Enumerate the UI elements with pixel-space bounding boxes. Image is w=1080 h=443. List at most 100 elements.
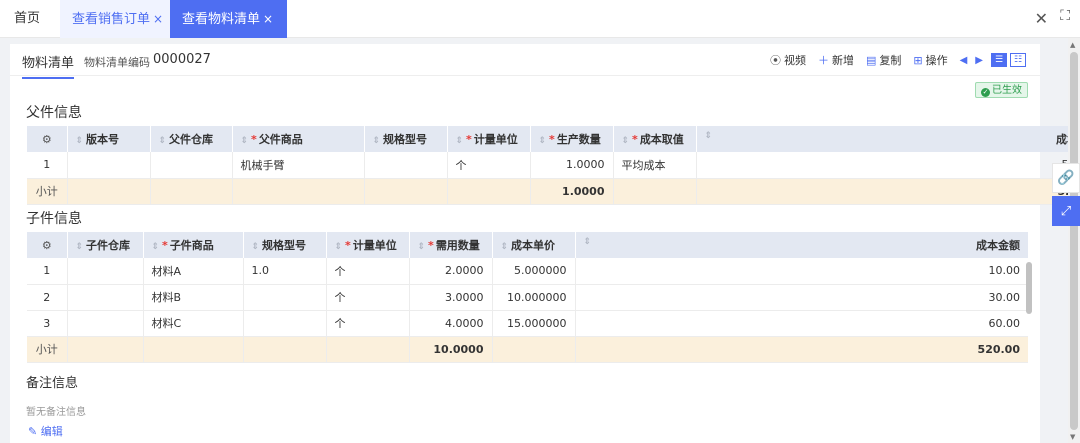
subtotal-row: 小计 1.0000 520.00 bbox=[27, 178, 1080, 205]
tab-sales-order[interactable]: 查看销售订单 × bbox=[60, 0, 176, 38]
operate-button[interactable]: ⊞ 操作 bbox=[913, 52, 947, 68]
row-index: 3 bbox=[27, 310, 68, 337]
cell-qty[interactable]: 1.0000 bbox=[530, 152, 614, 179]
cell-product[interactable]: 材料C bbox=[143, 310, 244, 337]
table-row[interactable]: 1 材料A 1.0 个 2.0000 5.000000 10.00 bbox=[27, 258, 1028, 285]
cell-price[interactable]: 5.000000 bbox=[492, 258, 576, 285]
subtotal-amount: 520.00 bbox=[696, 178, 1080, 205]
parent-section-title: 父件信息 bbox=[26, 105, 82, 121]
column-header[interactable]: ⇕ * 计量单位 bbox=[326, 232, 410, 258]
cell-qty[interactable]: 3.0000 bbox=[409, 284, 493, 311]
video-button[interactable]: ⦿ 视频 bbox=[770, 52, 806, 68]
cell-version[interactable] bbox=[67, 152, 151, 179]
cell-amount[interactable]: 60.00 bbox=[575, 310, 1028, 337]
cell-unit[interactable]: 个 bbox=[326, 284, 410, 311]
subtab-bom[interactable]: 物料清单 bbox=[22, 52, 75, 79]
sort-icon: ⇕ bbox=[151, 242, 160, 252]
cell-amount[interactable]: 10.00 bbox=[575, 258, 1028, 285]
column-header[interactable]: ⇕ * 子件商品 bbox=[143, 232, 244, 258]
column-header[interactable]: ⇕ 规格型号 bbox=[243, 232, 327, 258]
bom-code-value: 0000027 bbox=[153, 52, 211, 67]
expand-icon[interactable]: ⤢ bbox=[1052, 196, 1080, 226]
settings-icon[interactable]: ⚙ bbox=[27, 126, 68, 152]
row-index: 2 bbox=[27, 284, 68, 311]
close-all-tabs-icon[interactable]: ✕ bbox=[1035, 9, 1048, 28]
cell-price[interactable]: 15.000000 bbox=[492, 310, 576, 337]
cell-cost-source[interactable]: 平均成本 bbox=[613, 152, 697, 179]
prev-arrow-icon[interactable]: ◀ bbox=[960, 55, 968, 66]
tab-bom[interactable]: 查看物料清单 × bbox=[170, 0, 288, 38]
copy-button[interactable]: ▤ 复制 bbox=[866, 52, 901, 68]
column-header[interactable]: ⇕ 父件仓库 bbox=[150, 126, 233, 152]
table-row[interactable]: 1 机械手臂 个 1.0000 平均成本 520.00 bbox=[27, 152, 1080, 179]
column-header[interactable]: ⇕ 成本单价 bbox=[492, 232, 576, 258]
notes-empty-text: 暂无备注信息 bbox=[26, 407, 86, 418]
column-header[interactable]: ⇕ 规格型号 bbox=[364, 126, 448, 152]
cell-price[interactable]: 10.000000 bbox=[492, 284, 576, 311]
play-icon: ⦿ bbox=[769, 54, 781, 67]
list-view-icon[interactable]: ☰ bbox=[991, 53, 1007, 67]
cell-product[interactable]: 材料A bbox=[143, 258, 244, 285]
edit-icon: ✎ bbox=[28, 425, 41, 438]
cell-spec[interactable] bbox=[364, 152, 448, 179]
tab-home[interactable]: 首页 bbox=[2, 0, 52, 38]
scroll-thumb[interactable] bbox=[1070, 52, 1078, 430]
subtotal-amount: 520.00 bbox=[575, 336, 1028, 363]
cell-warehouse[interactable] bbox=[150, 152, 233, 179]
edit-notes-link[interactable]: ✎ 编辑 bbox=[28, 423, 63, 439]
column-header[interactable]: ⇕ 版本号 bbox=[67, 126, 151, 152]
cell-warehouse[interactable] bbox=[67, 284, 144, 311]
tab-sales-order-label: 查看销售订单 bbox=[72, 12, 151, 27]
column-header[interactable]: ⇕成本金额 bbox=[696, 126, 1080, 152]
copy-label: 复制 bbox=[879, 54, 902, 67]
sort-icon: ⇕ bbox=[455, 136, 464, 146]
table-row[interactable]: 2 材料B 个 3.0000 10.000000 30.00 bbox=[27, 284, 1028, 311]
sort-icon: ⇕ bbox=[583, 237, 592, 247]
column-header[interactable]: ⇕成本金额 bbox=[575, 232, 1028, 258]
cell-amount[interactable]: 30.00 bbox=[575, 284, 1028, 311]
copy-icon: ▤ bbox=[865, 53, 877, 67]
add-label: 新增 bbox=[831, 54, 854, 67]
subtotal-qty: 1.0000 bbox=[530, 178, 614, 205]
detail-view-icon[interactable]: ☷ bbox=[1010, 53, 1026, 67]
grid-icon: ⊞ bbox=[913, 53, 923, 67]
next-arrow-icon[interactable]: ▶ bbox=[975, 55, 983, 66]
column-header[interactable]: ⇕ * 成本取值 bbox=[613, 126, 697, 152]
cell-qty[interactable]: 4.0000 bbox=[409, 310, 493, 337]
cell-spec[interactable]: 1.0 bbox=[243, 258, 327, 285]
scroll-up-icon[interactable]: ▲ bbox=[1070, 41, 1075, 49]
video-label: 视频 bbox=[783, 54, 806, 67]
column-header[interactable]: ⇕ * 父件商品 bbox=[232, 126, 365, 152]
cell-warehouse[interactable] bbox=[67, 258, 144, 285]
main-card: 物料清单 物料清单编码 0000027 ⦿ 视频 ＋新增 ▤ 复制 ⊞ 操作 ◀ ▶ … bbox=[10, 44, 1080, 443]
cell-product[interactable]: 材料B bbox=[143, 284, 244, 311]
close-icon[interactable]: × bbox=[153, 12, 163, 26]
cell-spec[interactable] bbox=[243, 284, 327, 311]
close-icon[interactable]: × bbox=[263, 12, 273, 26]
cell-amount[interactable]: 520.00 bbox=[696, 152, 1080, 179]
cell-spec[interactable] bbox=[243, 310, 327, 337]
column-header[interactable]: ⇕ 子件仓库 bbox=[67, 232, 144, 258]
cell-unit[interactable]: 个 bbox=[326, 258, 410, 285]
cell-unit[interactable]: 个 bbox=[447, 152, 531, 179]
sort-icon: ⇕ bbox=[240, 136, 249, 146]
cell-unit[interactable]: 个 bbox=[326, 310, 410, 337]
column-header[interactable]: ⇕ * 生产数量 bbox=[530, 126, 614, 152]
sort-icon: ⇕ bbox=[417, 242, 426, 252]
check-icon: ✓ bbox=[981, 88, 990, 97]
link-icon[interactable]: 🔗 bbox=[1052, 163, 1080, 193]
settings-icon[interactable]: ⚙ bbox=[27, 232, 68, 258]
sort-icon: ⇕ bbox=[500, 242, 509, 252]
column-header[interactable]: ⇕ * 需用数量 bbox=[409, 232, 493, 258]
scroll-down-icon[interactable]: ▼ bbox=[1070, 433, 1075, 441]
cell-qty[interactable]: 2.0000 bbox=[409, 258, 493, 285]
fullscreen-icon[interactable]: ⛶ bbox=[1060, 8, 1070, 24]
cell-product[interactable]: 机械手臂 bbox=[232, 152, 365, 179]
cell-warehouse[interactable] bbox=[67, 310, 144, 337]
column-header[interactable]: ⇕ * 计量单位 bbox=[447, 126, 531, 152]
add-button[interactable]: ＋新增 bbox=[818, 52, 854, 68]
page-scrollbar[interactable]: ▲ ▼ bbox=[1068, 38, 1080, 443]
table-scrollbar[interactable] bbox=[1026, 262, 1032, 314]
plus-icon: ＋ bbox=[817, 54, 829, 67]
table-row[interactable]: 3 材料C 个 4.0000 15.000000 60.00 bbox=[27, 310, 1028, 337]
